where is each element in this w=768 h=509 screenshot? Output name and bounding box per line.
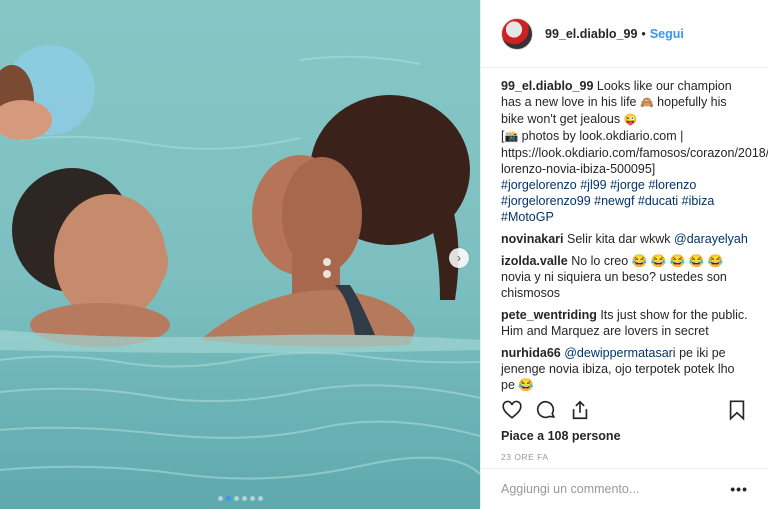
comment-username[interactable]: novinakari — [501, 232, 564, 246]
post-photo[interactable]: › — [0, 0, 480, 509]
winking-tongue-icon: 😜 — [623, 114, 638, 126]
avatar[interactable] — [501, 17, 533, 50]
see-no-evil-monkey-icon: 🙈 — [639, 97, 654, 109]
comment-username[interactable]: pete_wentriding — [501, 308, 597, 322]
heart-icon[interactable] — [501, 399, 523, 421]
post-sidebar: 99_el.diablo_99 • Segui 99_el.diablo_99 … — [480, 0, 768, 509]
beach-photo-image — [0, 0, 480, 509]
more-options-icon[interactable]: ••• — [730, 481, 748, 497]
comment-item: pete_wentriding Its just show for the pu… — [501, 307, 748, 339]
comment-item: nurhida66 @dewippermatasari pe iki pe je… — [501, 345, 748, 393]
comment-mention[interactable]: @dewippermatasari — [564, 346, 675, 360]
comment-mention[interactable]: @darayelyah — [674, 232, 748, 246]
carousel-indicator — [0, 496, 480, 501]
post-author-username[interactable]: 99_el.diablo_99 — [545, 27, 637, 41]
caption: 99_el.diablo_99 Looks like our champion … — [501, 78, 768, 225]
post-header: 99_el.diablo_99 • Segui — [481, 0, 768, 68]
comments-list[interactable]: 99_el.diablo_99 Looks like our champion … — [481, 68, 768, 396]
comment-input[interactable] — [501, 482, 731, 496]
caption-text-4: photos by look.okdiario.com | https://lo… — [501, 129, 768, 176]
carousel-dot — [249, 496, 255, 501]
camera-flash-icon: 📸 — [504, 131, 519, 143]
carousel-dot — [217, 496, 223, 501]
chevron-right-icon: › — [457, 251, 461, 265]
header-separator: • — [641, 26, 646, 41]
carousel-dot — [241, 496, 247, 501]
caption-username[interactable]: 99_el.diablo_99 — [501, 79, 593, 93]
comment-icon[interactable] — [535, 399, 557, 421]
comment-username[interactable]: izolda.valle — [501, 254, 568, 268]
carousel-dot — [257, 496, 263, 501]
action-bar — [481, 396, 768, 424]
comment-item: novinakari Selir kita dar wkwk @darayely… — [501, 231, 748, 247]
carousel-next-button[interactable]: › — [449, 248, 469, 268]
caption-hashtags[interactable]: #jorgelorenzo #jl99 #jorge #lorenzo #jor… — [501, 178, 714, 224]
carousel-dot — [233, 496, 239, 501]
comment-item: izolda.valle No lo creo 😂 😂 😂 😂 😂 novia … — [501, 253, 748, 301]
follow-button[interactable]: Segui — [650, 27, 684, 41]
comment-text: Selir kita dar wkwk — [567, 232, 674, 246]
comment-username[interactable]: nurhida66 — [501, 346, 561, 360]
likes-count[interactable]: Piace a 108 persone — [501, 429, 621, 443]
bookmark-icon[interactable] — [726, 399, 748, 421]
add-comment-bar: ••• — [481, 468, 768, 509]
share-icon[interactable] — [569, 399, 591, 421]
post-timestamp[interactable]: 23 ORE FA — [501, 452, 549, 462]
carousel-dot — [225, 496, 231, 501]
instagram-post-modal: › 99_el.diablo_99 • Segui 99_el.diablo_9… — [0, 0, 768, 509]
